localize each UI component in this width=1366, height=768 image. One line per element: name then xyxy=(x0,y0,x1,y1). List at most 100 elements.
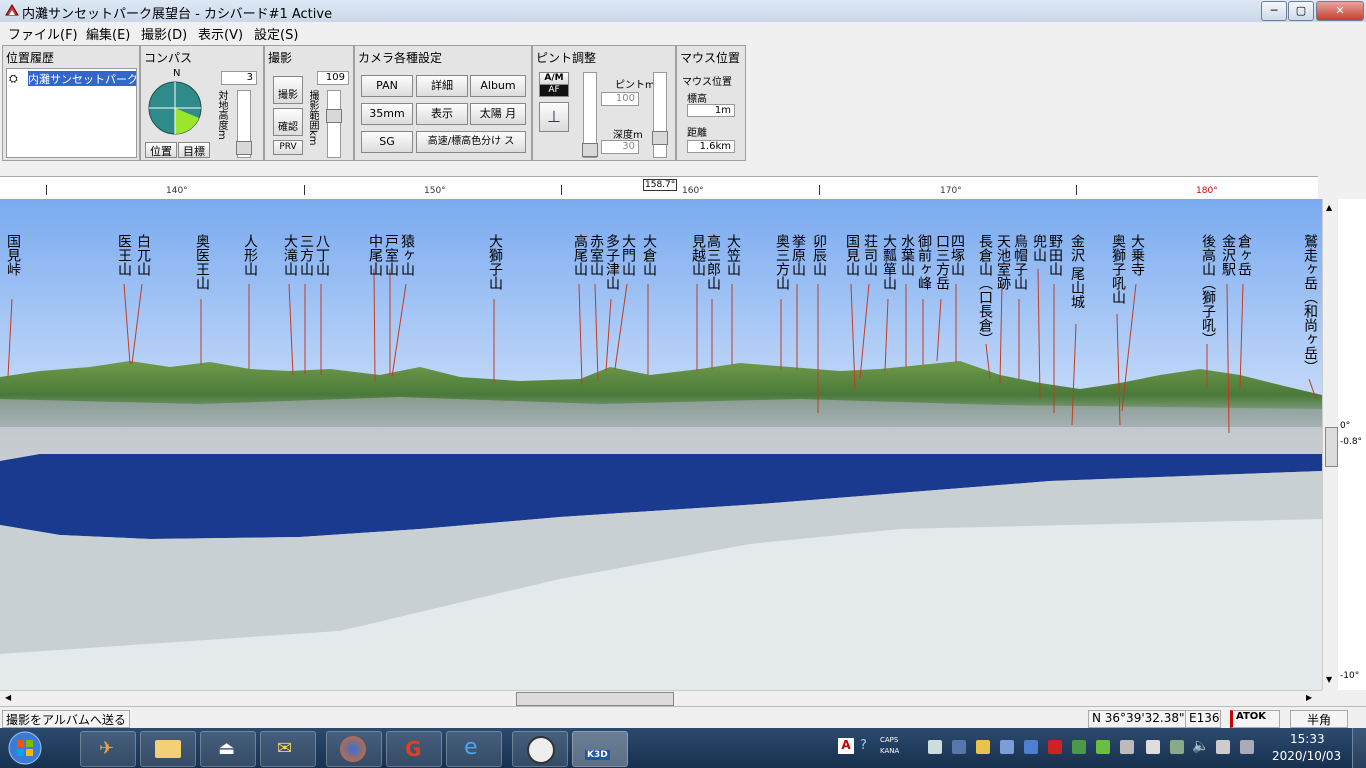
peak-label: 烏帽子山 xyxy=(1012,234,1028,290)
peak-label: 大笠山 xyxy=(725,234,741,276)
title-bar: 内灘サンセットパーク展望台 - カシバード#1 Active ─ ▢ ✕ xyxy=(0,0,1366,23)
menu-shoot[interactable]: 撮影(D) xyxy=(141,24,187,43)
menu-edit[interactable]: 編集(E) xyxy=(86,24,130,43)
sun-moon-button[interactable]: 太陽 月 xyxy=(470,103,526,125)
start-icon[interactable] xyxy=(6,730,44,766)
tray-icon[interactable] xyxy=(952,740,966,754)
peak-label: 人形山 xyxy=(242,234,258,276)
mail-icon[interactable]: ✉ xyxy=(260,731,316,767)
depth-slider[interactable] xyxy=(652,72,668,158)
action-center-icon[interactable] xyxy=(1146,740,1160,754)
taskbar: ✈ ⏏ ✉ G e K3D A ? CAPS KANA 🔈 15:33 2020… xyxy=(0,728,1366,768)
history-list[interactable]: ⛭ 内灘サンセットパーク展 xyxy=(6,68,137,158)
camera-panel: カメラ各種設定 PAN 詳細 Album 35mm 表示 太陽 月 SG 高速/… xyxy=(354,45,532,161)
panorama-view[interactable]: 国見峠 医王山 白兀山 奥医王山 人形山 大滝山 三方山 八丁山 中尾山 戸室山… xyxy=(0,199,1322,690)
scroll-up-icon[interactable]: ▲ xyxy=(1326,203,1332,212)
pinto-slider[interactable] xyxy=(582,72,598,158)
firefox-icon[interactable] xyxy=(326,731,382,767)
focus-target-icon[interactable]: ⊥ xyxy=(539,102,569,132)
peak-label: 鷲走ヶ岳（和尚ヶ岳） xyxy=(1302,234,1318,374)
tray-icon[interactable] xyxy=(1072,740,1086,754)
ruler-label-150: 150° xyxy=(424,186,446,196)
range-slider[interactable] xyxy=(326,90,342,158)
peak-label: 大滝山 xyxy=(282,234,298,276)
ime-indicator[interactable]: ATOK xyxy=(1230,710,1280,728)
menu-view[interactable]: 表示(V) xyxy=(198,24,243,43)
prv-button[interactable]: PRV xyxy=(273,140,303,155)
lens-35mm-button[interactable]: 35mm xyxy=(361,103,413,125)
peak-label: 白兀山 xyxy=(135,234,151,276)
tray-icon[interactable] xyxy=(1096,740,1110,754)
focus-panel: ピント調整 A/M AF ⊥ ピントm 100 深度m 30 xyxy=(532,45,676,161)
maximize-button[interactable]: ▢ xyxy=(1288,1,1314,21)
taskbar-app-icon[interactable]: G xyxy=(386,731,442,767)
position-button[interactable]: 位置 xyxy=(145,142,177,158)
tray-icon[interactable] xyxy=(1024,740,1038,754)
altitude-slider[interactable] xyxy=(236,90,252,158)
af-button[interactable]: AF xyxy=(539,84,569,97)
ime-a-icon[interactable]: A xyxy=(838,738,854,754)
hscroll-thumb[interactable] xyxy=(516,692,674,706)
peak-label: 見越山 xyxy=(690,234,706,276)
menu-file[interactable]: ファイル(F) xyxy=(8,24,78,43)
ruler-current: 158.7° xyxy=(643,179,678,191)
horizontal-scrollbar[interactable]: ◀ ▶ xyxy=(0,690,1322,707)
focus-title: ピント調整 xyxy=(536,51,597,65)
kashmir3d-icon[interactable]: K3D xyxy=(572,731,628,767)
shoot-button[interactable]: 撮影 xyxy=(273,76,303,104)
explorer-icon[interactable] xyxy=(140,731,196,767)
mouse-alt-label: 標高 xyxy=(687,94,707,105)
pdf-icon[interactable] xyxy=(1048,740,1062,754)
taskbar-app-icon[interactable]: ⏏ xyxy=(200,731,256,767)
target-button[interactable]: 目標 xyxy=(178,142,210,158)
history-item[interactable]: 内灘サンセットパーク展 xyxy=(28,71,136,86)
peak-label: 国見峠 xyxy=(5,234,21,276)
ie-icon[interactable]: e xyxy=(446,731,502,767)
detail-button[interactable]: 詳細 xyxy=(416,75,468,97)
volume-icon[interactable]: 🔈 xyxy=(1192,738,1209,754)
menu-bar: ファイル(F) 編集(E) 撮影(D) 表示(V) 設定(S) xyxy=(0,22,1366,43)
album-button[interactable]: Album xyxy=(470,75,526,97)
minimize-button[interactable]: ─ xyxy=(1261,1,1287,21)
close-button[interactable]: ✕ xyxy=(1316,1,1364,21)
app-icon xyxy=(5,4,19,16)
mouse-pos-label: マウス位置 xyxy=(682,77,732,88)
sg-button[interactable]: SG xyxy=(361,131,413,153)
range-label: 撮影範囲km xyxy=(307,90,318,146)
compass-dial-icon[interactable] xyxy=(147,80,203,136)
peak-label: 倉ヶ岳 xyxy=(1236,234,1252,276)
scroll-right-icon[interactable]: ▶ xyxy=(1306,693,1312,702)
peak-label: 赤室山 xyxy=(588,234,604,276)
ruler-label-140: 140° xyxy=(166,186,188,196)
pan-button[interactable]: PAN xyxy=(361,75,413,97)
taskbar-app-icon[interactable]: ✈ xyxy=(80,731,136,767)
display-button[interactable]: 表示 xyxy=(416,103,468,125)
status-bar: 撮影をアルバムへ送る N 36°39'32.38" E136 ATOK 半角 xyxy=(0,706,1366,729)
color-mode-button[interactable]: 高速/標高色分け ス xyxy=(416,131,526,153)
scroll-down-icon[interactable]: ▼ xyxy=(1326,675,1332,684)
vertical-scrollbar[interactable]: ▲ ▼ xyxy=(1322,199,1339,690)
input-mode[interactable]: 半角 xyxy=(1290,710,1348,728)
mouse-alt-value: 1m xyxy=(687,104,735,117)
taskbar-app-icon[interactable] xyxy=(512,731,568,767)
clock-time[interactable]: 15:33 xyxy=(1290,732,1325,746)
device-icon[interactable] xyxy=(1216,740,1230,754)
peak-label: 四塚山 xyxy=(949,234,965,276)
caps-indicator: CAPS xyxy=(880,736,899,744)
tray-icon[interactable] xyxy=(928,740,942,754)
confirm-button[interactable]: 確認 xyxy=(273,108,303,136)
scroll-left-icon[interactable]: ◀ xyxy=(5,693,11,702)
network-icon[interactable] xyxy=(1240,740,1254,754)
tray-icon[interactable] xyxy=(1120,740,1134,754)
peak-label: 医王山 xyxy=(116,234,132,276)
vscroll-thumb[interactable] xyxy=(1325,427,1338,467)
help-icon[interactable]: ? xyxy=(860,738,867,753)
tray-icon[interactable] xyxy=(976,740,990,754)
shoot-title: 撮影 xyxy=(268,51,293,65)
menu-settings[interactable]: 設定(S) xyxy=(254,24,298,43)
clock-date[interactable]: 2020/10/03 xyxy=(1272,749,1341,763)
show-desktop-button[interactable] xyxy=(1352,728,1366,768)
tray-icon[interactable] xyxy=(1000,740,1014,754)
depth-label: 深度m xyxy=(613,130,643,141)
tray-icon[interactable] xyxy=(1170,740,1184,754)
